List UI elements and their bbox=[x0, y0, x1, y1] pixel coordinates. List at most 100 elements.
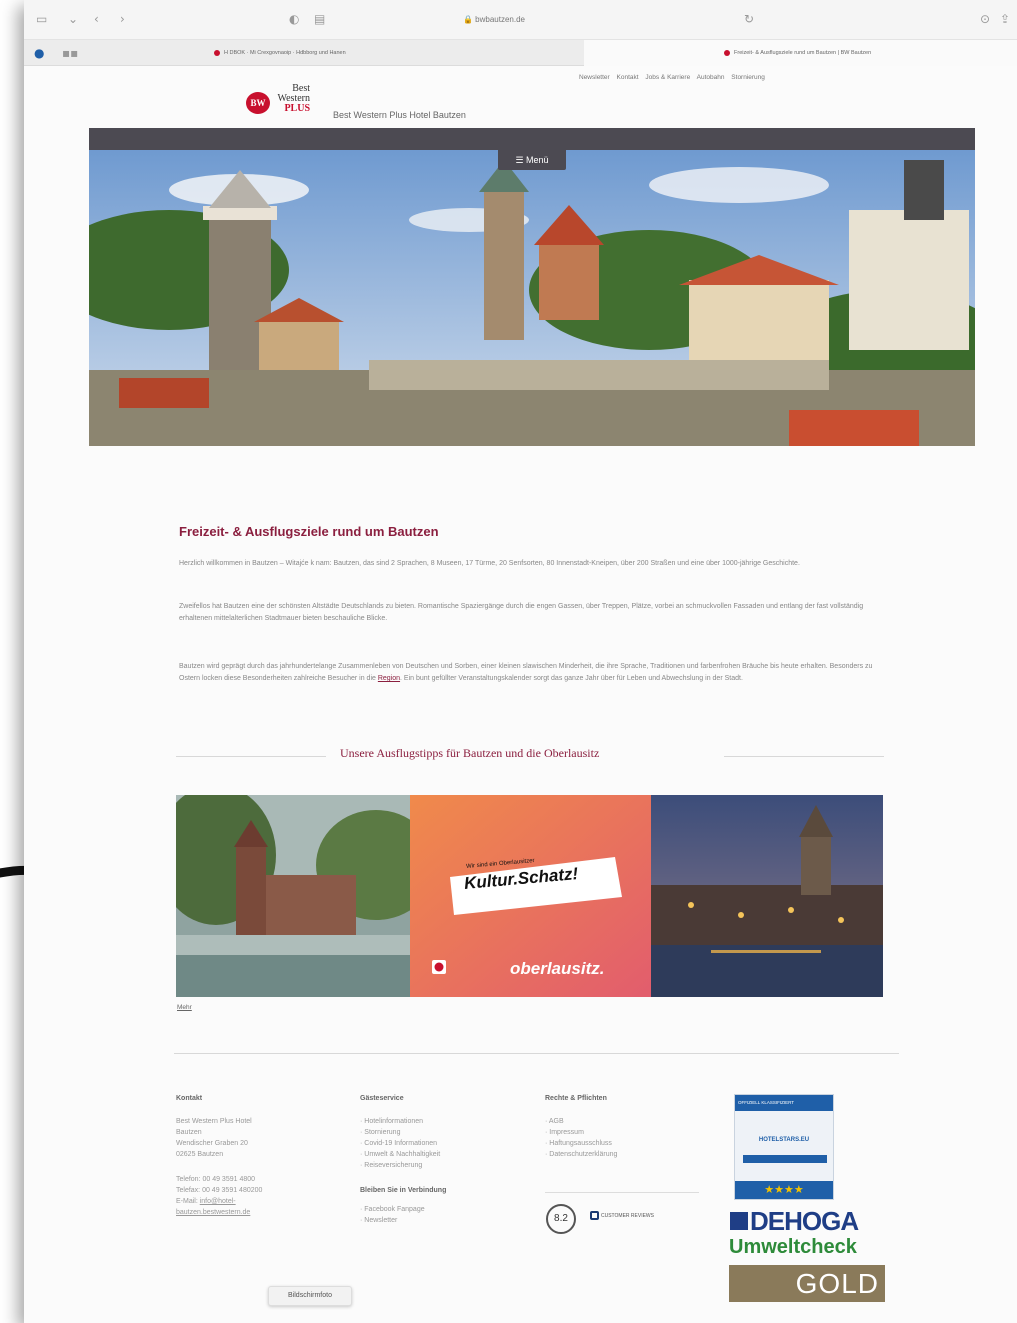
logo-text: Best Western PLUS bbox=[272, 84, 310, 114]
footer-link-label: AGB bbox=[548, 1118, 564, 1125]
url-text: bwbautzen.de bbox=[475, 15, 525, 24]
gallery-item-castle[interactable] bbox=[176, 795, 410, 997]
more-link[interactable]: Mehr bbox=[177, 1004, 192, 1011]
favicon-icon bbox=[214, 49, 220, 56]
reload-icon[interactable]: ↻ bbox=[744, 12, 754, 26]
screenshot-tooltip: Bildschirmfoto bbox=[268, 1286, 352, 1306]
tab-1[interactable]: H DBOK · Mi Crexgovnaoip · Hdbborg und H… bbox=[214, 40, 584, 66]
review-rating-badge[interactable]: 8.2 bbox=[546, 1204, 576, 1234]
paragraph-text: . Ein bunt gefüllter Veranstaltungskalen… bbox=[400, 675, 743, 682]
fax-number: Telefax: 00 49 3591 480200 bbox=[176, 1187, 263, 1194]
footer-link[interactable]: · Umwelt & Nachhaltigkeit bbox=[360, 1149, 446, 1160]
footer-link[interactable]: · Hotelinformationen bbox=[360, 1116, 446, 1127]
footer-link-label: Hotelinformationen bbox=[364, 1118, 424, 1125]
footer-link[interactable]: · Newsletter bbox=[360, 1215, 446, 1226]
footer-link[interactable]: · Impressum bbox=[545, 1127, 617, 1138]
footer-rights: Rechte & Pflichten · AGB · Impressum · H… bbox=[545, 1093, 617, 1160]
email-link[interactable]: bautzen.bestwestern.de bbox=[176, 1207, 262, 1218]
customer-reviews-badge[interactable]: CUSTOMER REVIEWS bbox=[590, 1211, 654, 1220]
reader-icon[interactable]: ▤ bbox=[314, 12, 325, 26]
tab-label: H DBOK · Mi Crexgovnaoip · Hdbborg und H… bbox=[224, 50, 346, 56]
logo-line-3: PLUS bbox=[284, 103, 310, 114]
extension-icon[interactable]: ● bbox=[34, 46, 44, 60]
badge-label: CUSTOMER REVIEWS bbox=[601, 1212, 654, 1219]
altstadt-paragraph: Zweifellos hat Bautzen eine der schönste… bbox=[179, 603, 864, 622]
email-link[interactable]: info@hotel- bbox=[200, 1198, 236, 1205]
address-line: Wendischer Graben 20 bbox=[176, 1140, 248, 1147]
shield-icon[interactable]: ◐ bbox=[289, 12, 299, 26]
nav-kontakt[interactable]: Kontakt bbox=[617, 74, 639, 81]
section-divider bbox=[176, 756, 326, 757]
dehoga-logo[interactable]: DEHOGA bbox=[730, 1206, 859, 1237]
tab-2-active[interactable]: Freizeit- & Ausflugsziele rund um Bautze… bbox=[584, 40, 1017, 66]
footer-link-label: Umwelt & Nachhaltigkeit bbox=[364, 1151, 441, 1158]
footer-heading: Rechte & Pflichten bbox=[545, 1095, 607, 1102]
phone-number: Telefon: 00 49 3591 4800 bbox=[176, 1176, 256, 1183]
region-link[interactable]: Region bbox=[378, 675, 400, 682]
footer-link[interactable]: · Datenschutzerklärung bbox=[545, 1149, 617, 1160]
bw-logo-icon: BW bbox=[246, 92, 270, 114]
favicon-icon bbox=[724, 49, 730, 56]
browser-toolbar: ▭ ⌄ ‹ › ◐ ▤ 🔒 bwbautzen.de ↻ ⊙ ⇪ bbox=[24, 0, 1017, 40]
oberlausitz-brand: oberlausitz. bbox=[510, 959, 605, 978]
nav-newsletter[interactable]: Newsletter bbox=[579, 74, 610, 81]
hero-image bbox=[89, 150, 975, 446]
footer-link-label: Newsletter bbox=[364, 1217, 398, 1224]
footer-link[interactable]: · Reiseversicherung bbox=[360, 1160, 446, 1171]
back-icon[interactable]: ‹ bbox=[94, 12, 99, 26]
footer-link[interactable]: · Covid-19 Informationen bbox=[360, 1138, 446, 1149]
hotelstars-name: HOTELSTARS.EU bbox=[758, 1137, 810, 1143]
hotelstars-badge[interactable]: OFFIZIELL KLASSIFIZIERT HOTELSTARS.EU ★★… bbox=[734, 1094, 834, 1200]
footer-link-label: Stornierung bbox=[364, 1129, 401, 1136]
tab-bar: ● ▪▪ H DBOK · Mi Crexgovnaoip · Hdbborg … bbox=[24, 40, 1017, 66]
hotel-logo[interactable]: BW Best Western PLUS bbox=[246, 84, 310, 124]
forward-icon[interactable]: › bbox=[120, 12, 125, 26]
reviews-logo-icon bbox=[590, 1211, 599, 1220]
dehoga-icon bbox=[730, 1212, 748, 1231]
section-title: Unsere Ausflugstipps für Bautzen und die… bbox=[340, 746, 600, 760]
footer-link[interactable]: · Facebook Fanpage bbox=[360, 1204, 446, 1215]
download-icon[interactable]: ⊙ bbox=[980, 12, 990, 26]
browser-window: ▭ ⌄ ‹ › ◐ ▤ 🔒 bwbautzen.de ↻ ⊙ ⇪ ● ▪▪ H … bbox=[24, 0, 1017, 1323]
hotelstars-bar bbox=[743, 1155, 827, 1163]
gallery-item-goerlitz[interactable] bbox=[651, 795, 883, 997]
tab-label: Freizeit- & Ausflugsziele rund um Bautze… bbox=[734, 50, 872, 56]
footer-link-label: Reiseversicherung bbox=[364, 1162, 423, 1169]
gold-award-label: GOLD bbox=[729, 1265, 885, 1302]
intro-paragraph: Herzlich willkommen in Bautzen – Witajće… bbox=[179, 560, 800, 567]
sidebar-icon[interactable]: ▭ bbox=[36, 12, 47, 26]
extension-icon[interactable]: ▪▪ bbox=[62, 46, 78, 60]
nav-autobahn[interactable]: Autobahn bbox=[697, 74, 725, 81]
footer-divider bbox=[174, 1053, 899, 1054]
share-icon[interactable]: ⇪ bbox=[1000, 12, 1010, 26]
footer-link-label: Datenschutzerklärung bbox=[549, 1151, 618, 1158]
footer-link[interactable]: · Haftungsausschluss bbox=[545, 1138, 617, 1149]
email-label: E-Mail: bbox=[176, 1198, 198, 1205]
menu-button[interactable]: ☰ Menü bbox=[498, 150, 566, 170]
address-line: Best Western Plus Hotel bbox=[176, 1118, 252, 1125]
top-navigation: Newsletter Kontakt Jobs & Karriere Autob… bbox=[579, 74, 770, 81]
footer-link-label: Impressum bbox=[549, 1129, 584, 1136]
footer-link-label: Facebook Fanpage bbox=[364, 1206, 425, 1213]
hotelstars-top-label: OFFIZIELL KLASSIFIZIERT bbox=[735, 1095, 833, 1111]
footer-link[interactable]: · AGB bbox=[545, 1116, 617, 1127]
sorben-paragraph: Bautzen wird geprägt durch das jahrhunde… bbox=[179, 661, 887, 685]
address-bar[interactable]: 🔒 bwbautzen.de bbox=[344, 10, 644, 30]
dehoga-label: DEHOGA bbox=[750, 1206, 859, 1236]
footer-heading: Gästeservice bbox=[360, 1095, 404, 1102]
chevron-down-icon[interactable]: ⌄ bbox=[68, 12, 78, 26]
footer-guestservice: Gästeservice · Hotelinformationen · Stor… bbox=[360, 1093, 446, 1226]
footer-subheading: Bleiben Sie in Verbindung bbox=[360, 1187, 447, 1194]
page-heading: Freizeit- & Ausflugsziele rund um Bautze… bbox=[179, 524, 439, 539]
nav-jobs[interactable]: Jobs & Karriere bbox=[645, 74, 690, 81]
nav-stornierung[interactable]: Stornierung bbox=[731, 74, 765, 81]
email-row: E-Mail: info@hotel- bbox=[176, 1196, 262, 1207]
star-rating-icon: ★★★★ bbox=[735, 1181, 833, 1199]
gallery-item-kulturschatz[interactable]: Wir sind ein Oberlausitzer Kultur.Schatz… bbox=[410, 795, 651, 997]
address-line: 02625 Bautzen bbox=[176, 1151, 224, 1158]
footer-link[interactable]: · Stornierung bbox=[360, 1127, 446, 1138]
excursion-gallery: Wir sind ein Oberlausitzer Kultur.Schatz… bbox=[176, 795, 883, 997]
footer-contact: Kontakt Best Western Plus Hotel Bautzen … bbox=[176, 1093, 262, 1218]
main-menu-bar bbox=[89, 128, 975, 150]
